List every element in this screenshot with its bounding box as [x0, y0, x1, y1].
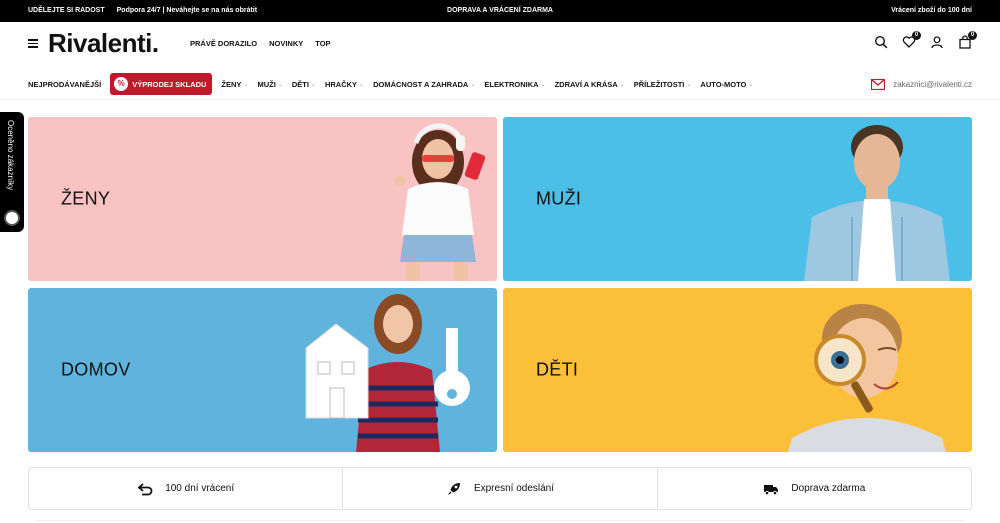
category-label: DOMÁCNOST A ZAHRADA	[373, 79, 469, 89]
nav-category-electronics[interactable]: ELEKTRONIKA ⌄	[484, 80, 545, 89]
reviews-side-tab[interactable]: Oceněno zákazníky	[0, 112, 24, 232]
nav-just-arrived[interactable]: PRÁVĚ DORAZILO	[190, 39, 257, 48]
nav-category-men[interactable]: MUŽI ⌄	[257, 80, 282, 89]
award-seal-icon	[4, 210, 20, 226]
nav-category-health-beauty[interactable]: ZDRAVÍ A KRÁSA ⌄	[555, 80, 625, 89]
sale-label: VÝPRODEJ SKLADU	[132, 79, 207, 89]
chevron-down-icon: ⌄	[470, 81, 476, 88]
truck-icon	[764, 484, 779, 495]
category-label: DĚTI	[291, 79, 309, 89]
woman-with-headphones-photo	[395, 123, 486, 281]
category-tile-men[interactable]: MUŽI	[503, 117, 972, 281]
category-label: ŽENY	[221, 79, 242, 89]
top-promo-bar: UDĚLEJTE SI RADOST Podpora 24/7 | Neváhe…	[0, 0, 1000, 22]
benefit-label: 100 dní vrácení	[165, 483, 235, 494]
site-logo[interactable]: Rivalenti.	[48, 28, 159, 59]
chevron-down-icon: ⌄	[748, 81, 754, 88]
tile-label: DOMOV	[61, 359, 131, 380]
menu-icon[interactable]	[28, 39, 38, 48]
rocket-icon	[447, 482, 460, 495]
reviews-tab-label: Oceněno zákazníky	[6, 120, 15, 191]
category-tile-kids[interactable]: DĚTI	[503, 288, 972, 452]
benefit-label: Doprava zdarma	[791, 483, 866, 494]
chevron-down-icon: ⌄	[359, 81, 365, 88]
nav-category-occasions[interactable]: PŘÍLEŽITOSTI ⌄	[634, 80, 692, 89]
tile-label: MUŽI	[536, 188, 582, 209]
chevron-down-icon: ⌄	[540, 81, 546, 88]
nav-category-home-garden[interactable]: DOMÁCNOST A ZAHRADA ⌄	[373, 80, 475, 89]
category-label: AUTO-MOTO	[700, 79, 747, 89]
user-icon[interactable]	[930, 35, 944, 49]
header-nav: PRÁVĚ DORAZILO NOVINKY TOP	[190, 39, 331, 48]
tile-label: ŽENY	[61, 188, 111, 209]
nav-category-women[interactable]: ŽENY ⌄	[221, 80, 248, 89]
boy-with-magnifier-photo	[788, 304, 946, 452]
category-label: ZDRAVÍ A KRÁSA	[554, 79, 618, 89]
category-nav: NEJPRODÁVANĚJŠÍ % VÝPRODEJ SKLADU ŽENY ⌄ …	[0, 70, 1000, 100]
free-shipping-banner: DOPRAVA A VRÁCENÍ ZDARMA	[447, 7, 553, 14]
chevron-down-icon: ⌄	[243, 81, 249, 88]
nav-top[interactable]: TOP	[315, 39, 330, 48]
chevron-down-icon: ⌄	[310, 81, 316, 88]
returns-banner: Vrácení zboží do 100 dní	[891, 7, 972, 14]
chevron-down-icon: ⌄	[686, 81, 692, 88]
smiling-man-photo	[804, 125, 950, 281]
customer-email: zakaznici@rivalenti.cz	[893, 80, 972, 89]
benefits-bar: 100 dní vrácení Expresní odeslání Doprav…	[28, 467, 972, 510]
category-label: ELEKTRONIKA	[484, 79, 539, 89]
category-tile-women[interactable]: ŽENY	[28, 117, 497, 281]
nav-new[interactable]: NOVINKY	[269, 39, 303, 48]
category-label: HRAČKY	[324, 79, 358, 89]
customer-email-link[interactable]: zakaznici@rivalenti.cz	[871, 79, 972, 90]
chevron-down-icon: ⌄	[277, 81, 283, 88]
benefit-express-shipping: Expresní odeslání	[343, 468, 658, 509]
benefit-returns: 100 dní vrácení	[29, 468, 344, 509]
search-icon[interactable]	[874, 35, 888, 49]
cart-count-badge: 0	[968, 31, 977, 40]
sale-button[interactable]: % VÝPRODEJ SKLADU	[110, 73, 213, 95]
sale-percent-icon: %	[114, 77, 129, 91]
category-tile-home[interactable]: DOMOV	[28, 288, 497, 452]
benefit-free-shipping: Doprava zdarma	[658, 468, 971, 509]
chevron-down-icon: ⌄	[619, 81, 625, 88]
gmail-icon	[871, 79, 886, 90]
site-header: Rivalenti. PRÁVĚ DORAZILO NOVINKY TOP 0 …	[0, 22, 1000, 66]
cart-button[interactable]: 0	[958, 31, 977, 49]
tile-label: DĚTI	[536, 359, 579, 380]
return-arrow-icon	[137, 482, 153, 495]
nav-bestsellers[interactable]: NEJPRODÁVANĚJŠÍ	[28, 80, 101, 89]
category-label: PŘÍLEŽITOSTI	[633, 79, 685, 89]
benefit-label: Expresní odeslání	[473, 483, 555, 494]
nav-category-auto-moto[interactable]: AUTO-MOTO ⌄	[700, 80, 753, 89]
woman-with-house-and-key-photo	[305, 294, 470, 452]
nav-category-toys[interactable]: HRAČKY ⌄	[325, 80, 364, 89]
wishlist-count-badge: 0	[912, 31, 921, 40]
nav-category-kids[interactable]: DĚTI ⌄	[292, 80, 316, 89]
wishlist-button[interactable]: 0	[902, 31, 921, 49]
category-label: MUŽI	[257, 79, 276, 89]
